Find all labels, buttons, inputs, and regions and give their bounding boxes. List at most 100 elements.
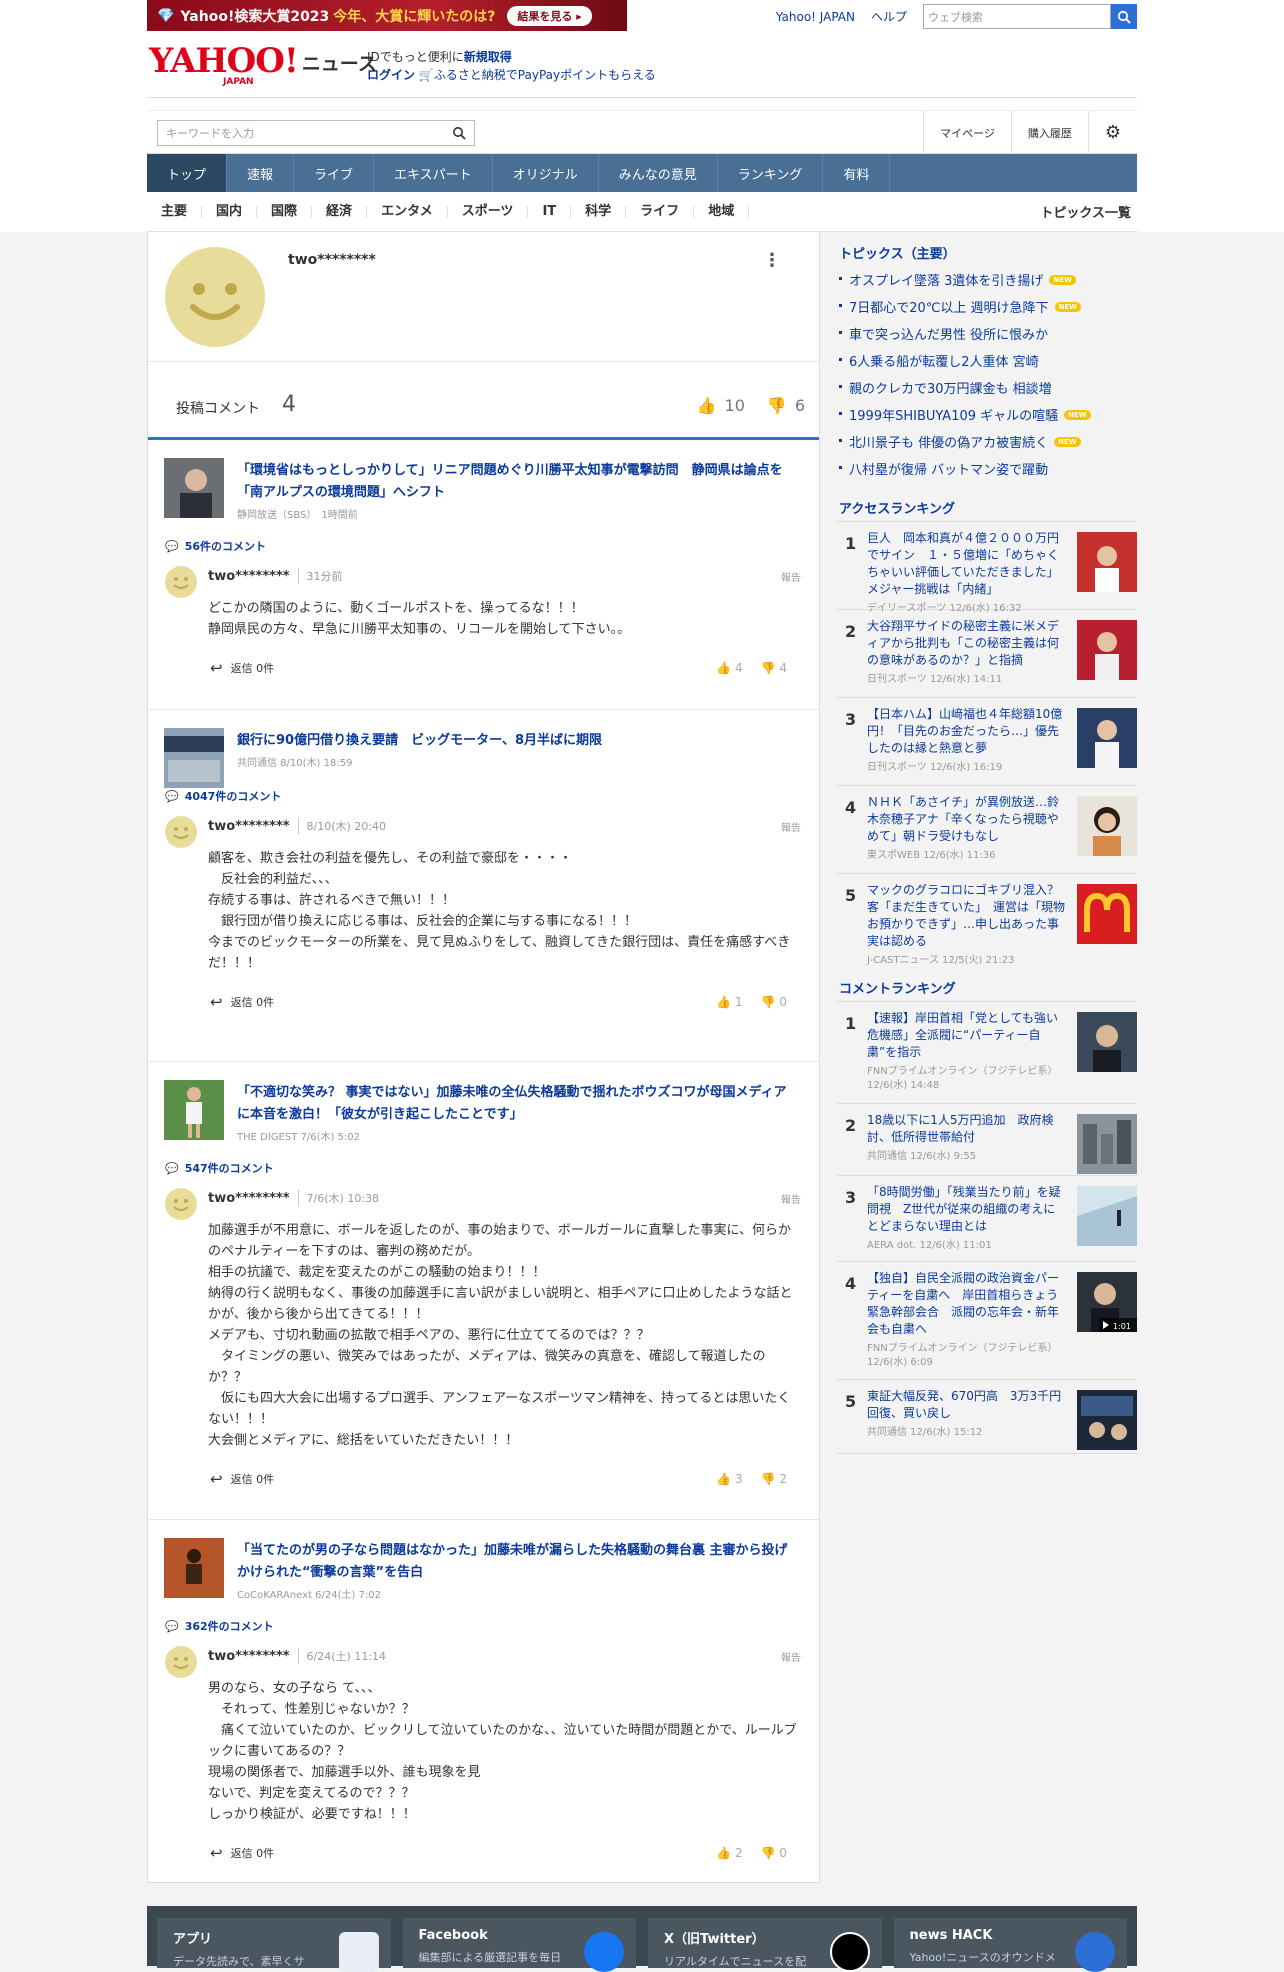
rank-title[interactable]: 「8時間労働」「残業当たり前」を疑問視 Z世代が従来の組織の考えにとどまらない理…	[867, 1184, 1067, 1235]
reply-button[interactable]: ↩ 返信 0件	[210, 1844, 274, 1862]
web-search-button[interactable]	[1111, 4, 1137, 29]
topic-item[interactable]: 1999年SHIBUYA109 ギャルの喧騒 NEW	[837, 401, 1137, 428]
ranking-item[interactable]: 5 マックのグラコロにゴキブリ混入？客「まだ生きていた」 運営は「現物お預かりでき…	[837, 874, 1137, 966]
ranking-item[interactable]: 4 【独自】自民全派閥の政治資金パーティーを自粛へ 岸田首相らきょう緊急幹部会合 …	[837, 1262, 1137, 1380]
cat-science[interactable]: 科学	[571, 205, 627, 218]
rank-title[interactable]: マックのグラコロにゴキブリ混入？客「まだ生きていた」 運営は「現物お預かりできず…	[867, 882, 1067, 950]
nav-top[interactable]: トップ	[147, 154, 228, 192]
ranking-item[interactable]: 2 18歳以下に1人5万円追加 政府検討、低所得世帯給付 共同通信 12/6(水) …	[837, 1104, 1137, 1176]
article-link[interactable]: 「当てたのが男の子なら問題はなかった」加藤未唯が漏らした失格騒動の舞台裏 主審か…	[148, 1520, 819, 1616]
downvote-button[interactable]: 👎 0	[761, 995, 787, 1009]
furusato-link[interactable]: ふるさと納税でPayPayポイントもらえる	[434, 68, 656, 82]
article-link[interactable]: 「環境省はもっとしっかりして」リニア問題めぐり川勝平太知事が電撃訪問 静岡県は論…	[148, 440, 819, 536]
cat-world[interactable]: 国際	[257, 205, 313, 218]
comment-count-link[interactable]: 💬 4047件のコメント	[148, 786, 819, 806]
ranking-item[interactable]: 2 大谷翔平サイドの秘密主義に米メディアから批判も「この秘密主義は何の意味があるの…	[837, 610, 1137, 698]
cat-local[interactable]: 地域	[694, 205, 750, 218]
rank-title[interactable]: 【速報】岸田首相「党としても強い危機感」全派閥に“パーティー自粛”を指示	[867, 1010, 1067, 1061]
web-search-input[interactable]: ウェブ検索	[923, 4, 1111, 29]
comment-count-link[interactable]: 💬 56件のコメント	[148, 536, 819, 556]
rank-title[interactable]: 大谷翔平サイドの秘密主義に米メディアから批判も「この秘密主義は何の意味があるのか…	[867, 618, 1067, 669]
upvote-button[interactable]: 👍 1	[716, 995, 742, 1009]
report-link[interactable]: 報告	[781, 819, 801, 834]
footer-facebook-card[interactable]: Facebook 編集部による厳選記事を毎日	[402, 1918, 636, 1972]
ranking-item[interactable]: 3 「8時間労働」「残業当たり前」を疑問視 Z世代が従来の組織の考えにとどまらない…	[837, 1176, 1137, 1262]
ranking-item[interactable]: 3 【日本ハム】山﨑福也４年総額10億円！「目先のお金だったら…」優先したのは縁と…	[837, 698, 1137, 786]
nav-live[interactable]: ライブ	[294, 154, 375, 192]
report-link[interactable]: 報告	[781, 1649, 801, 1664]
downvote-button[interactable]: 👎 0	[761, 1846, 787, 1860]
comment-user[interactable]: two********	[208, 819, 290, 834]
banner-result-button[interactable]: 結果を見る ▸	[507, 5, 592, 26]
reply-button[interactable]: ↩ 返信 0件	[210, 1470, 274, 1488]
comment-user[interactable]: two********	[208, 569, 290, 584]
mypage-link[interactable]: マイページ	[923, 111, 1011, 154]
comment-user[interactable]: two********	[208, 1649, 290, 1664]
nav-opinion[interactable]: みんなの意見	[599, 154, 718, 192]
topic-item[interactable]: 7日都心で20℃以上 週明け急降下 NEW	[837, 293, 1137, 320]
keyword-search-input[interactable]: キーワードを入力	[157, 120, 475, 146]
topic-item[interactable]: 親のクレカで30万円課金も 相談増	[837, 374, 1137, 401]
report-link[interactable]: 報告	[781, 569, 801, 584]
yahoo-japan-link[interactable]: Yahoo! JAPAN	[776, 10, 855, 24]
article-title[interactable]: 「当てたのが男の子なら問題はなかった」加藤未唯が漏らした失格騒動の舞台裏 主審か…	[237, 1540, 797, 1584]
rank-title[interactable]: ＮＨＫ「あさイチ」が異例放送…鈴木奈穂子アナ「辛くなったら視聴やめて」朝ドラ受け…	[867, 794, 1067, 845]
downvote-button[interactable]: 👎 2	[761, 1472, 787, 1486]
comment-count-link[interactable]: 💬 362件のコメント	[148, 1616, 819, 1636]
report-link[interactable]: 報告	[781, 1191, 801, 1206]
topic-item[interactable]: 北川景子も 俳優の偽アカ被害続く NEW	[837, 428, 1137, 455]
footer-newshack-card[interactable]: news HACK Yahoo!ニュースのオウンドメ	[893, 1918, 1127, 1972]
help-link[interactable]: ヘルプ	[871, 8, 907, 25]
footer-x-card[interactable]: X（旧Twitter） リアルタイムでニュースを配	[648, 1918, 882, 1972]
login-link[interactable]: ログイン	[367, 68, 415, 82]
comment-count-link[interactable]: 💬 547件のコメント	[148, 1158, 819, 1178]
article-title[interactable]: 銀行に90億円借り換え要請 ビッグモーター、8月半ばに期限	[237, 730, 797, 752]
reply-button[interactable]: ↩ 返信 0件	[210, 993, 274, 1011]
ranking-item[interactable]: 1 巨人 岡本和真が４億２０００万円でサイン １・５億増に「めちゃくちゃいい評価し…	[837, 522, 1137, 614]
cat-entertainment[interactable]: エンタメ	[367, 205, 448, 218]
downvote-button[interactable]: 👎 4	[761, 661, 787, 675]
search-icon[interactable]	[452, 126, 466, 140]
reply-button[interactable]: ↩ 返信 0件	[210, 659, 274, 677]
rank-video-thumbnail[interactable]: 1:01	[1077, 1272, 1137, 1332]
ranking-item[interactable]: 5 東証大幅反発、670円高 3万3千円回復、買い戻し 共同通信 12/6(水) 1…	[837, 1380, 1137, 1454]
nav-ranking[interactable]: ランキング	[718, 154, 824, 192]
search-award-banner[interactable]: 💎 Yahoo!検索大賞2023 今年、大賞に輝いたのは? 結果を見る ▸	[147, 0, 627, 31]
rank-title[interactable]: 18歳以下に1人5万円追加 政府検討、低所得世帯給付	[867, 1112, 1067, 1146]
register-link[interactable]: 新規取得	[464, 50, 512, 64]
nav-expert[interactable]: エキスパート	[374, 154, 493, 192]
upvote-button[interactable]: 👍 2	[716, 1846, 742, 1860]
rank-title[interactable]: 巨人 岡本和真が４億２０００万円でサイン １・５億増に「めちゃくちゃいい評価して…	[867, 530, 1067, 598]
topics-list-link[interactable]: トピックス一覧	[1040, 202, 1131, 221]
cat-life[interactable]: ライフ	[626, 205, 695, 218]
rank-title[interactable]: 東証大幅反発、670円高 3万3千円回復、買い戻し	[867, 1388, 1067, 1422]
article-title[interactable]: 「環境省はもっとしっかりして」リニア問題めぐり川勝平太知事が電撃訪問 静岡県は論…	[237, 460, 797, 504]
topic-item[interactable]: 車で突っ込んだ男性 役所に恨みか	[837, 320, 1137, 347]
cat-main[interactable]: 主要	[147, 205, 203, 218]
purchase-history-link[interactable]: 購入履歴	[1010, 111, 1088, 154]
upvote-button[interactable]: 👍 3	[716, 1472, 742, 1486]
nav-breaking[interactable]: 速報	[227, 154, 295, 192]
rank-title[interactable]: 【日本ハム】山﨑福也４年総額10億円！「目先のお金だったら…」優先したのは縁と熱…	[867, 706, 1067, 757]
topic-item[interactable]: 6人乗る船が転覆し2人重体 宮崎	[837, 347, 1137, 374]
yahoo-news-logo[interactable]: YAHOO! JAPAN ニュース	[149, 44, 377, 87]
more-options-icon[interactable]: ⋮	[763, 250, 781, 271]
topic-item[interactable]: オスプレイ墜落 3遺体を引き揚げ NEW	[837, 266, 1137, 293]
article-link[interactable]: 「不適切な笑み？ 事実ではない」加藤未唯の全仏失格騒動で揺れたボウズコワが母国メ…	[148, 1062, 819, 1158]
upvote-button[interactable]: 👍 4	[716, 661, 742, 675]
ranking-item[interactable]: 1 【速報】岸田首相「党としても強い危機感」全派閥に“パーティー自粛”を指示 FNN…	[837, 1002, 1137, 1104]
nav-original[interactable]: オリジナル	[493, 154, 599, 192]
nav-paid[interactable]: 有料	[823, 154, 891, 192]
ranking-item[interactable]: 4 ＮＨＫ「あさイチ」が異例放送…鈴木奈穂子アナ「辛くなったら視聴やめて」朝ドラ受…	[837, 786, 1137, 874]
rank-title[interactable]: 【独自】自民全派閥の政治資金パーティーを自粛へ 岸田首相らきょう緊急幹部会合 派…	[867, 1270, 1067, 1338]
comment-user[interactable]: two********	[208, 1191, 290, 1206]
cat-it[interactable]: IT	[528, 205, 572, 218]
cat-sports[interactable]: スポーツ	[448, 205, 529, 218]
settings-button[interactable]: ⚙	[1087, 111, 1137, 154]
article-link[interactable]: 銀行に90億円借り換え要請 ビッグモーター、8月半ばに期限 共同通信 8/10(…	[148, 710, 819, 788]
article-title[interactable]: 「不適切な笑み？ 事実ではない」加藤未唯の全仏失格騒動で揺れたボウズコワが母国メ…	[237, 1082, 797, 1126]
cat-domestic[interactable]: 国内	[202, 205, 258, 218]
cat-economy[interactable]: 経済	[312, 205, 368, 218]
topic-item[interactable]: 八村塁が復帰 バットマン姿で躍動	[837, 455, 1137, 482]
footer-app-card[interactable]: アプリ データ先読みで、素早くサ	[157, 1918, 391, 1972]
